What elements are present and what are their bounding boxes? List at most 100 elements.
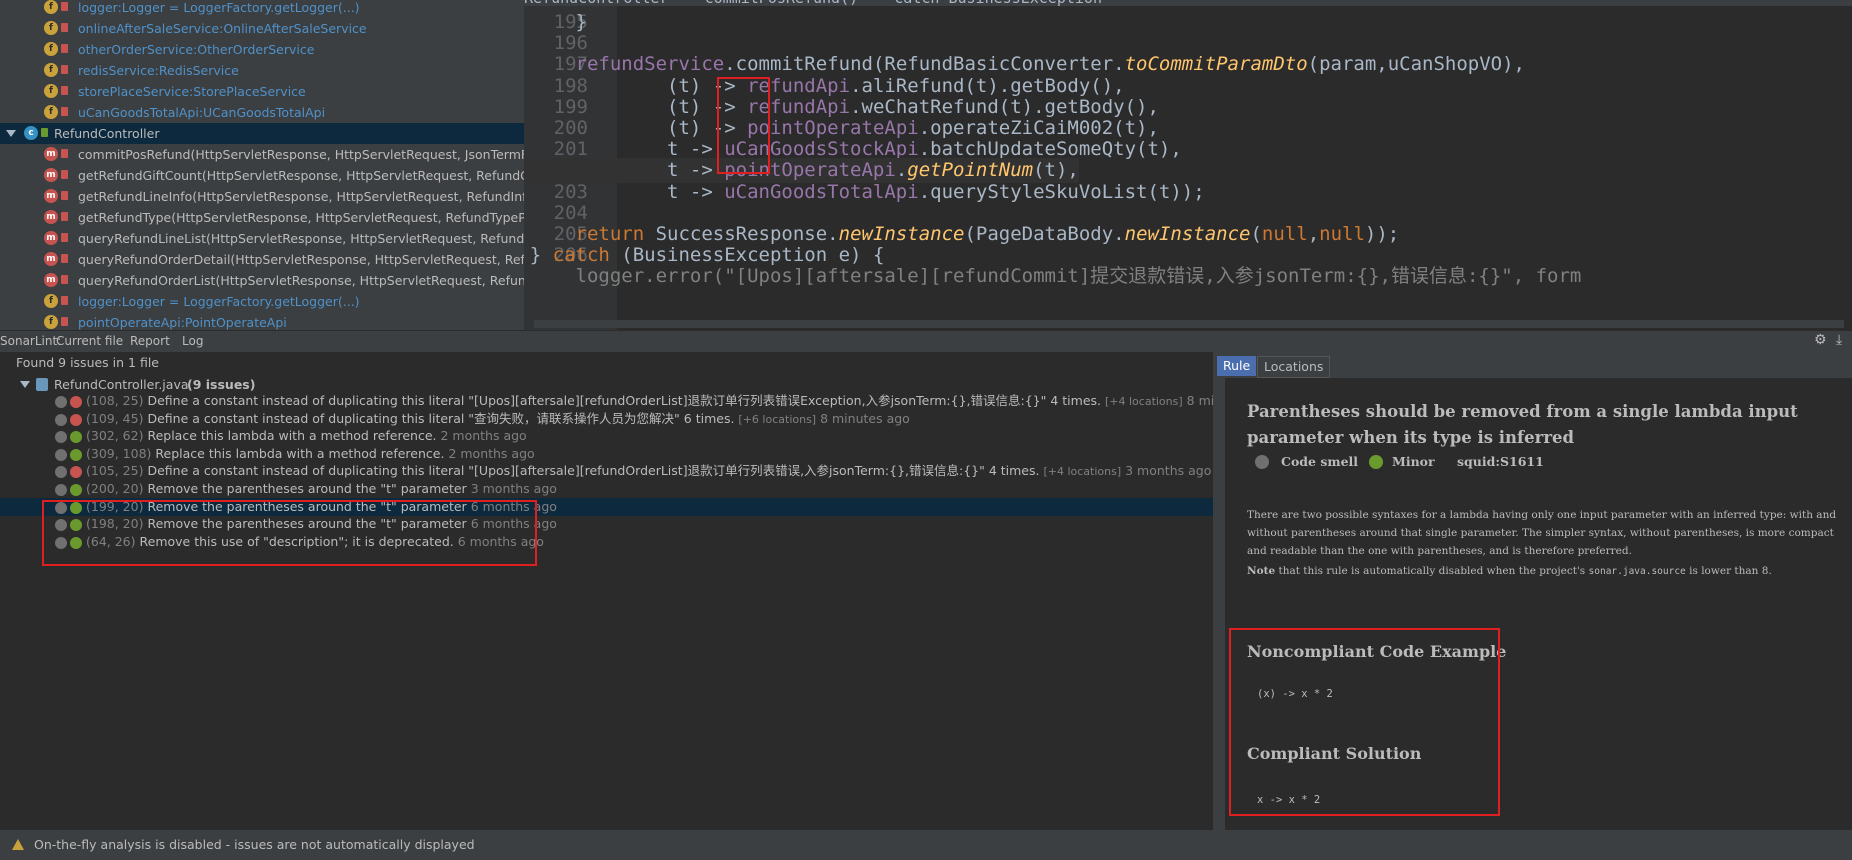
structure-item-label: redisService:RedisService [78, 63, 239, 78]
structure-item-label: pointOperateApi:PointOperateApi [78, 315, 287, 330]
issue-row[interactable]: (105, 25) Define a constant instead of d… [0, 462, 1213, 480]
expand-triangle-icon[interactable] [6, 130, 16, 137]
editor-breadcrumb[interactable]: RefundController commitPosRefund() catch… [524, 0, 1102, 11]
tab-rule[interactable]: Rule [1217, 356, 1257, 376]
structure-item-label: storePlaceService:StorePlaceService [78, 84, 306, 99]
field-icon: f [44, 105, 58, 119]
code-smell-icon [55, 431, 67, 444]
status-message: On-the-fly analysis is disabled - issues… [34, 837, 475, 852]
issue-row[interactable]: (109, 45) Define a constant instead of d… [0, 410, 1213, 428]
note-end: is lower than 8. [1685, 565, 1772, 577]
issue-age: 3 months ago [1125, 463, 1212, 479]
structure-class-node[interactable]: c RefundController [0, 123, 524, 144]
minor-severity-icon [70, 484, 82, 496]
structure-field-item[interactable]: f logger:Logger = LoggerFactory.getLogger… [0, 291, 524, 312]
issue-age: 2 months ago [448, 445, 535, 461]
structure-field-item[interactable]: f onlineAfterSaleService:OnlineAfterSaleS… [0, 18, 524, 39]
issue-position: (105, 25) [86, 463, 144, 479]
structure-item-label: otherOrderService:OtherOrderService [78, 42, 315, 57]
structure-method-item[interactable]: m commitPosRefund(HttpServletResponse, Ht… [0, 144, 524, 165]
tab-locations[interactable]: Locations [1257, 356, 1331, 378]
structure-field-item[interactable]: f logger:Logger = LoggerFactory.getLogger… [0, 0, 524, 18]
private-lock-icon [61, 44, 68, 53]
structure-item-label: queryRefundOrderList(HttpServletResponse… [78, 273, 524, 288]
issue-age: 3 months ago [470, 481, 557, 496]
field-icon: f [44, 42, 58, 56]
issue-row[interactable]: (302, 62) Replace this lambda with a met… [0, 427, 1213, 445]
structure-method-item[interactable]: m queryRefundOrderDetail(HttpServletRespo… [0, 249, 524, 270]
issue-row[interactable]: (108, 25) Define a constant instead of d… [0, 392, 1276, 410]
code-editor[interactable]: 195196197198↑199↑200↑201↑202↑203↑2042052… [524, 0, 1852, 330]
private-lock-icon [61, 191, 68, 200]
rule-description: Parentheses should be removed from a sin… [1225, 378, 1852, 830]
structure-item-label: queryRefundLineList(HttpServletResponse,… [78, 231, 524, 246]
field-icon: f [44, 0, 58, 14]
structure-field-item[interactable]: f redisService:RedisService [0, 60, 524, 81]
issue-message: Replace this lambda with a method refere… [147, 428, 437, 444]
issue-position: (200, 20) [86, 481, 144, 496]
minor-severity-icon [1369, 455, 1383, 469]
code-smell-icon [55, 484, 67, 496]
structure-field-item[interactable]: f storePlaceService:StorePlaceService [0, 81, 524, 102]
issue-position: (108, 25) [86, 393, 144, 408]
structure-field-item[interactable]: f otherOrderService:OtherOrderService [0, 39, 524, 60]
issue-message: Replace this lambda with a method refere… [155, 445, 445, 461]
field-icon: f [44, 21, 58, 35]
sonarlint-toolbar: SonarLint: Current file Report Log ⚙ ⤓ [0, 330, 1852, 353]
issue-position: (109, 45) [86, 410, 144, 426]
issue-age: 2 months ago [440, 428, 527, 444]
code-smell-icon [1255, 455, 1269, 469]
structure-item-label: RefundController [54, 126, 160, 141]
issue-position: (302, 62) [86, 428, 144, 444]
expand-triangle-icon[interactable] [20, 381, 30, 388]
structure-field-item[interactable]: f pointOperateApi:PointOperateApi [0, 312, 524, 330]
rule-panel: Rule Locations Parentheses should be rem… [1213, 352, 1852, 830]
gear-icon[interactable]: ⚙ [1814, 332, 1827, 348]
major-severity-icon [70, 413, 82, 426]
private-lock-icon [61, 254, 68, 263]
private-lock-icon [61, 212, 68, 221]
structure-method-item[interactable]: m queryRefundOrderList(HttpServletRespons… [0, 270, 524, 291]
major-severity-icon [70, 396, 82, 408]
hide-panel-icon[interactable]: ⤓ [1836, 332, 1842, 348]
structure-panel: f logger:Logger = LoggerFactory.getLogger… [0, 0, 524, 330]
private-lock-icon [61, 107, 68, 116]
structure-method-item[interactable]: m getRefundType(HttpServletResponse, Http… [0, 207, 524, 228]
highlight-box-editor [717, 77, 770, 174]
structure-item-label: logger:Logger = LoggerFactory.getLogger(… [78, 0, 360, 15]
minor-severity-icon [70, 431, 82, 444]
structure-item-label: getRefundGiftCount(HttpServletResponse, … [78, 168, 524, 183]
issue-position: (309, 108) [86, 445, 152, 461]
rule-key: squid:S1611 [1457, 454, 1544, 469]
structure-item-label: getRefundType(HttpServletResponse, HttpS… [78, 210, 524, 225]
issue-message: Define a constant instead of duplicating… [147, 463, 1040, 479]
private-lock-icon [61, 296, 68, 305]
highlight-box-issues [42, 500, 537, 566]
method-icon: m [44, 252, 58, 266]
field-icon: f [44, 315, 58, 329]
issue-row[interactable]: (309, 108) Replace this lambda with a me… [0, 445, 1213, 463]
structure-method-item[interactable]: m getRefundGiftCount(HttpServletResponse,… [0, 165, 524, 186]
structure-item-label: onlineAfterSaleService:OnlineAfterSaleSe… [78, 21, 367, 36]
public-icon [41, 128, 48, 137]
code-line: t -> uCanGoodsTotalApi.queryStyleSkuVoLi… [667, 180, 1205, 203]
structure-item-label: logger:Logger = LoggerFactory.getLogger(… [78, 294, 360, 309]
method-icon: m [44, 210, 58, 224]
minor-severity-icon [70, 448, 82, 461]
method-icon: m [44, 168, 58, 182]
structure-method-item[interactable]: m getRefundLineInfo(HttpServletResponse, … [0, 186, 524, 207]
method-icon: m [44, 189, 58, 203]
major-severity-icon [70, 466, 82, 479]
tab-current-file[interactable]: Current file [56, 334, 123, 348]
java-file-icon [36, 378, 48, 391]
structure-method-item[interactable]: m queryRefundLineList(HttpServletResponse… [0, 228, 524, 249]
tab-log[interactable]: Log [182, 334, 203, 348]
tab-report[interactable]: Report [130, 334, 170, 348]
issue-row[interactable]: (200, 20) Remove the parentheses around … [0, 480, 1213, 498]
structure-field-item[interactable]: f uCanGoodsTotalApi:UCanGoodsTotalApi [0, 102, 524, 123]
highlight-box-rule [1229, 628, 1500, 816]
method-icon: m [44, 231, 58, 245]
code-line-partial: logger.error("[Upos][aftersale][refundCo… [524, 265, 1582, 288]
editor-scrollbar[interactable] [534, 320, 1844, 328]
issue-message: Define a constant instead of duplicating… [147, 410, 735, 426]
